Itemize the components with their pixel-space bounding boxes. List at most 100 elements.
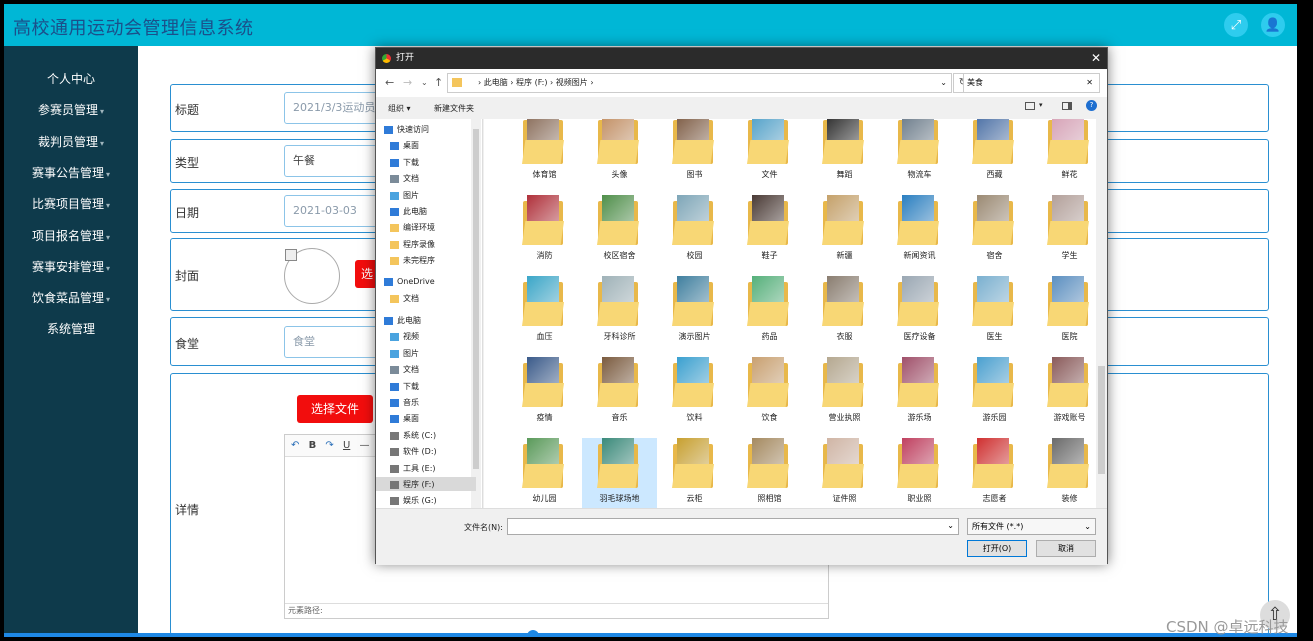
fullscreen-icon[interactable]: ⤢ [1224,13,1248,37]
nav-item[interactable]: 快速访问 [384,124,429,135]
folder-tile[interactable]: 图书 [657,119,732,194]
folder-tile[interactable]: 演示图片 [657,276,732,356]
folder-tile[interactable]: 校区宿舍 [582,195,657,275]
folder-tile[interactable]: 医生 [957,276,1032,356]
back-icon[interactable]: ← [385,76,394,89]
nav-item[interactable]: 编译环境 [390,222,435,233]
folder-tile[interactable]: 疫情 [507,357,582,437]
folder-tile[interactable]: 物流车 [882,119,957,194]
folder-tile[interactable]: 头像 [582,119,657,194]
folder-tile[interactable]: 消防 [507,195,582,275]
folder-tile[interactable]: 羽毛球场地 [582,438,657,508]
nav-item[interactable]: 系统 (C:) [390,430,436,441]
nav-item[interactable]: 工具 (E:) [390,463,436,474]
sidebar-item[interactable]: 项目报名管理 ▾ [4,227,138,244]
folder-tile[interactable]: 宿舍 [957,195,1032,275]
sidebar-item[interactable]: 参赛员管理 ▾ [4,101,138,118]
strikethrough-icon[interactable]: — [359,440,369,451]
bold-icon[interactable]: B [309,440,317,451]
nav-item[interactable]: 下载 [390,157,419,168]
sidebar-item[interactable]: 系统管理 [4,320,138,337]
folder-tile[interactable]: 幼儿园 [507,438,582,508]
nav-item[interactable]: 娱乐 (G:) [390,495,437,506]
filename-dropdown-icon[interactable]: ⌄ [947,521,954,530]
folder-tile[interactable]: 云柜 [657,438,732,508]
folder-tile[interactable]: 衣服 [807,276,882,356]
nav-item[interactable]: 程序录像 [390,239,435,250]
address-dropdown-icon[interactable]: ⌄ [940,74,947,92]
folder-tile[interactable]: 医院 [1032,276,1096,356]
redo-icon[interactable]: ↷ [325,440,333,451]
detail-select-file-button[interactable]: 选择文件 [297,395,373,423]
nav-item[interactable]: 此电脑 [390,206,427,217]
folder-tile[interactable]: 证件照 [807,438,882,508]
folder-tile[interactable]: 营业执照 [807,357,882,437]
folder-tile[interactable]: 装修 [1032,438,1096,508]
new-folder-button[interactable]: 新建文件夹 [434,103,474,114]
folder-tile[interactable]: 饮食 [732,357,807,437]
folder-tile[interactable]: 职业照 [882,438,957,508]
folder-tile[interactable]: 照相馆 [732,438,807,508]
nav-item[interactable]: 程序 (F:) [390,479,434,490]
undo-icon[interactable]: ↶ [291,440,299,451]
sidebar-item[interactable]: 个人中心 [4,70,138,87]
nav-item[interactable]: 图片 [390,190,419,201]
forward-icon[interactable]: → [403,76,412,89]
open-button[interactable]: 打开(O) [967,540,1027,557]
nav-item[interactable]: 文档 [390,293,419,304]
folder-tile[interactable]: 药品 [732,276,807,356]
clear-search-icon[interactable]: ✕ [1086,74,1093,92]
folder-tile[interactable]: 牙科诊所 [582,276,657,356]
nav-item[interactable]: 文档 [390,364,419,375]
nav-item[interactable]: 图片 [390,348,419,359]
file-list-scrollbar-thumb[interactable] [1098,366,1105,474]
view-dropdown-icon[interactable]: ▾ [1039,101,1043,109]
folder-tile[interactable]: 学生 [1032,195,1096,275]
folder-tile[interactable]: 体育馆 [507,119,582,194]
up-icon[interactable]: ↑ [434,76,443,89]
folder-tile[interactable]: 新闻资讯 [882,195,957,275]
dialog-close-icon[interactable]: ✕ [1091,48,1101,69]
nav-item[interactable]: 桌面 [390,413,419,424]
folder-tile[interactable]: 新疆 [807,195,882,275]
folder-tile[interactable]: 西藏 [957,119,1032,194]
folder-tile[interactable]: 游乐场 [882,357,957,437]
filename-input[interactable]: ⌄ [507,518,959,535]
address-breadcrumb[interactable]: › 此电脑 › 程序 (F:) › 视频图片 › ⌄ [447,73,952,93]
sidebar-item[interactable]: 裁判员管理 ▾ [4,133,138,150]
help-icon[interactable]: ? [1086,100,1097,111]
sidebar-item[interactable]: 比赛项目管理 ▾ [4,195,138,212]
nav-item[interactable]: 此电脑 [384,315,421,326]
cancel-button[interactable]: 取消 [1036,540,1096,557]
bottom-progress-handle[interactable] [527,630,539,637]
folder-tile[interactable]: 血压 [507,276,582,356]
folder-tile[interactable]: 医疗设备 [882,276,957,356]
folder-tile[interactable]: 志愿者 [957,438,1032,508]
folder-tile[interactable]: 文件 [732,119,807,194]
preview-pane-icon[interactable] [1062,102,1072,110]
folder-tile[interactable]: 校园 [657,195,732,275]
nav-item[interactable]: 软件 (D:) [390,446,437,457]
nav-item[interactable]: 音乐 [390,397,419,408]
sidebar-item[interactable]: 饮食菜品管理 ▾ [4,289,138,306]
nav-scrollbar-thumb[interactable] [473,129,479,469]
underline-icon[interactable]: U [343,440,350,451]
organize-menu[interactable]: 组织 ▾ [388,103,411,114]
filetype-select[interactable]: 所有文件 (*.*) ⌄ [967,518,1096,535]
user-icon[interactable]: 👤 [1261,13,1285,37]
nav-item[interactable]: OneDrive [384,277,435,286]
nav-item[interactable]: 下载 [390,381,419,392]
folder-tile[interactable]: 舞蹈 [807,119,882,194]
folder-tile[interactable]: 游乐园 [957,357,1032,437]
nav-item[interactable]: 未完程序 [390,255,435,266]
search-input[interactable]: 美食 ✕ [963,73,1100,93]
folder-tile[interactable]: 游戏账号 [1032,357,1096,437]
folder-tile[interactable]: 鲜花 [1032,119,1096,194]
sidebar-item[interactable]: 赛事安排管理 ▾ [4,258,138,275]
view-options-icon[interactable] [1025,102,1035,110]
nav-item[interactable]: 视频 [390,331,419,342]
folder-tile[interactable]: 鞋子 [732,195,807,275]
folder-tile[interactable]: 音乐 [582,357,657,437]
nav-item[interactable]: 桌面 [390,140,419,151]
folder-tile[interactable]: 饮料 [657,357,732,437]
